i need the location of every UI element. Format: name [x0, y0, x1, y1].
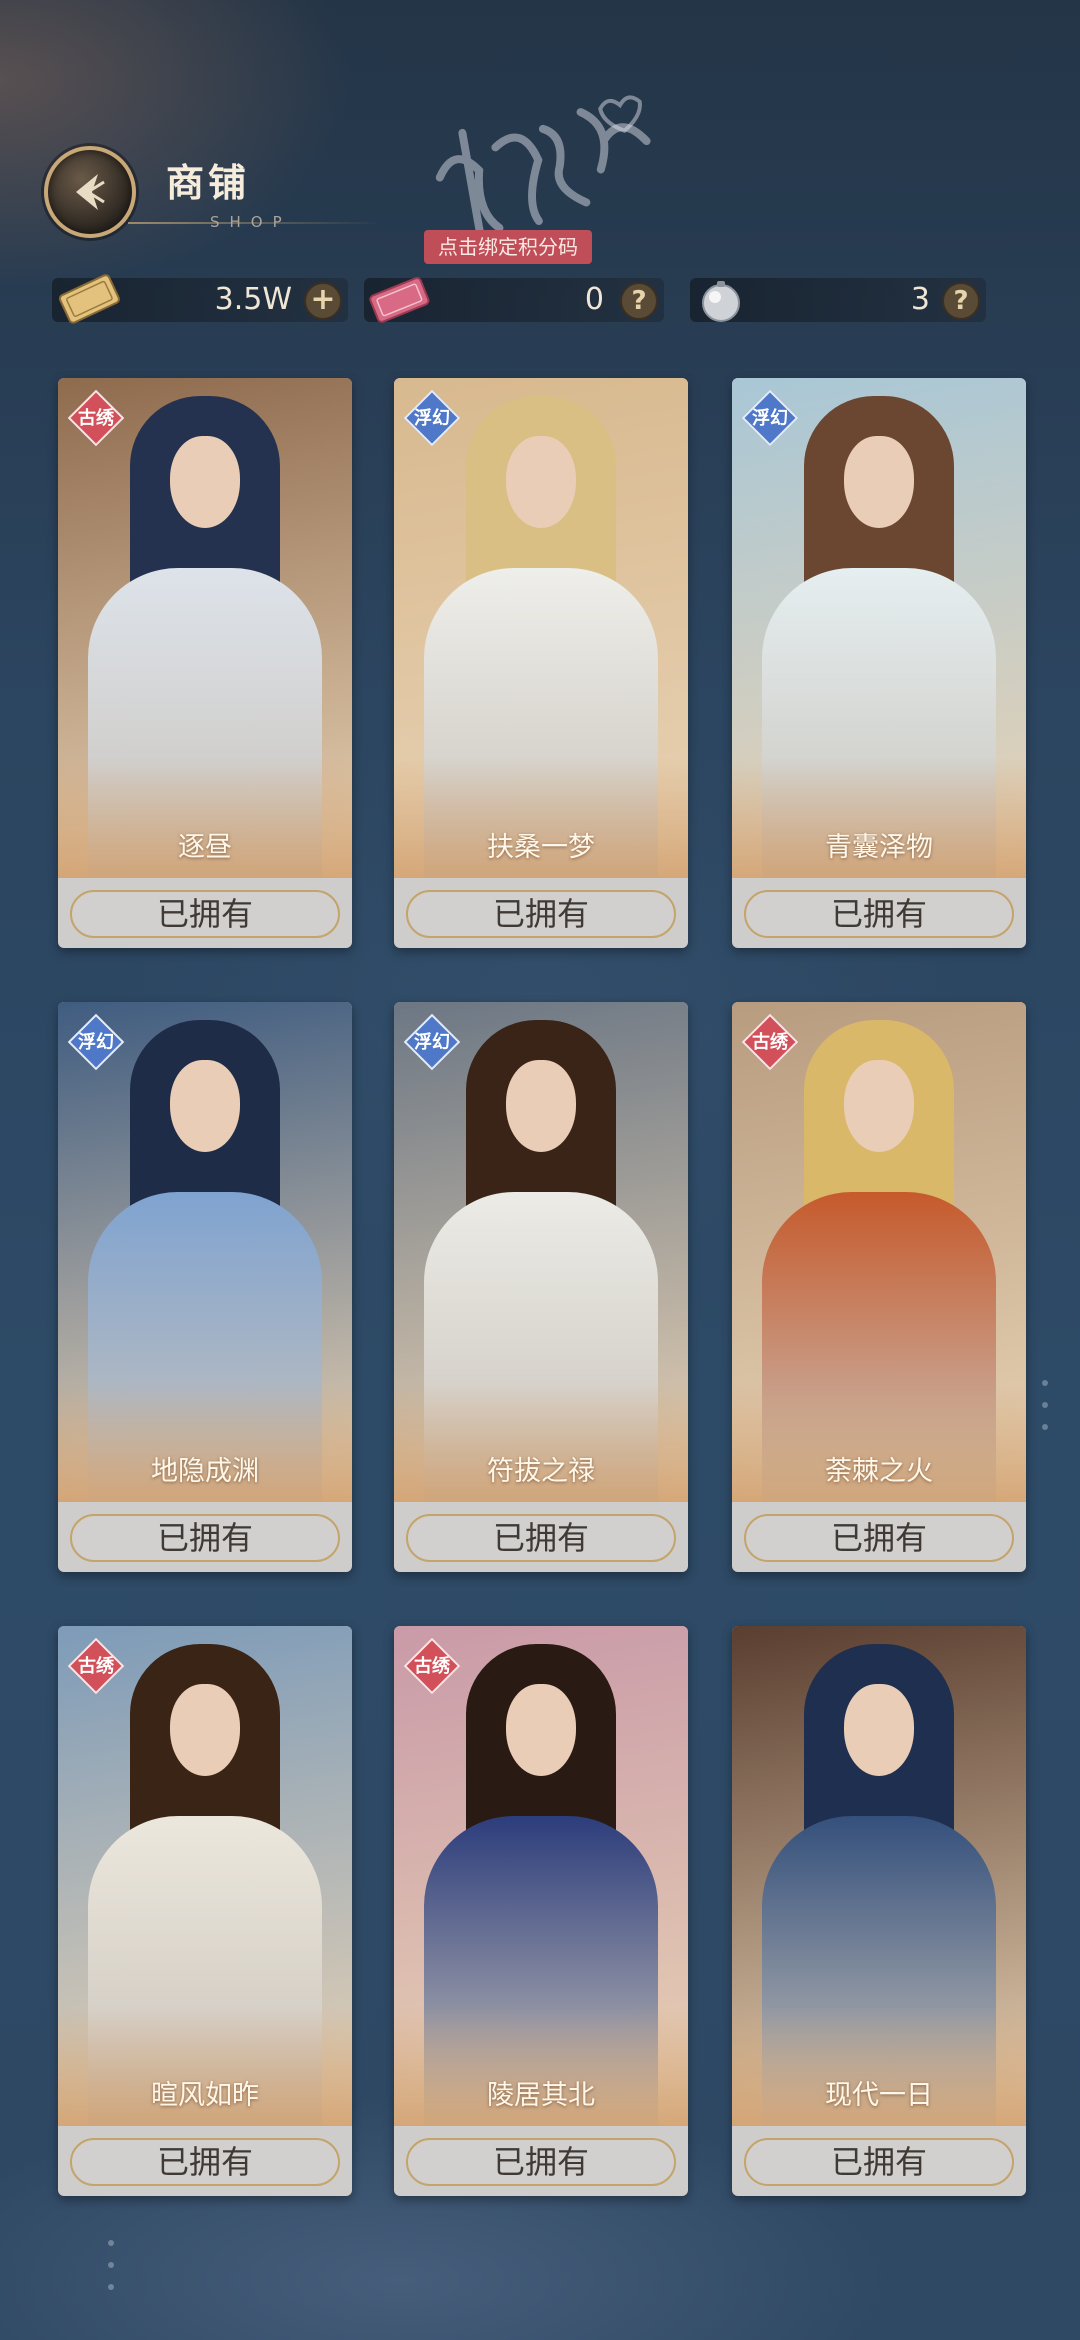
outfit-card[interactable]: 浮幻 符拔之禄 已拥有 — [394, 1002, 688, 1572]
category-tag-badge: 浮幻 — [741, 389, 799, 447]
character-portrait: 浮幻 — [394, 1002, 688, 1502]
bind-points-code-tip[interactable]: 点击绑定积分码 — [424, 230, 592, 264]
owned-status-button[interactable]: 已拥有 — [406, 1514, 676, 1562]
category-tag-label: 浮幻 — [78, 1032, 114, 1053]
outfit-name: 现代一日 — [825, 2080, 933, 2111]
category-tag-badge: 古绣 — [67, 389, 125, 447]
portrait-face — [844, 1060, 914, 1152]
owned-status-button[interactable]: 已拥有 — [744, 890, 1014, 938]
owned-status-button[interactable]: 已拥有 — [70, 1514, 340, 1562]
character-portrait — [732, 1626, 1026, 2126]
owned-status-button[interactable]: 已拥有 — [70, 890, 340, 938]
category-tag-badge: 浮幻 — [67, 1013, 125, 1071]
category-tag-label: 浮幻 — [414, 408, 450, 429]
gold-ticket-icon — [56, 268, 122, 332]
character-portrait: 古绣 — [58, 1626, 352, 2126]
currency-pearl-value: 3 — [910, 282, 930, 317]
character-portrait: 古绣 — [732, 1002, 1026, 1502]
outfit-card[interactable]: 古绣 暄风如昨 已拥有 — [58, 1626, 352, 2196]
portrait-face — [844, 1684, 914, 1776]
title-block: 商铺 SHOP — [166, 152, 292, 231]
currency-pearl: 3 ? — [690, 270, 986, 324]
outfit-card[interactable]: 浮幻 青囊泽物 已拥有 — [732, 378, 1026, 948]
back-arrow-icon — [76, 174, 105, 210]
outfit-card[interactable]: 古绣 陵居其北 已拥有 — [394, 1626, 688, 2196]
currency-points: 0 ? — [364, 270, 664, 324]
category-tag-label: 古绣 — [78, 408, 114, 429]
pearl-help-button[interactable]: ? — [942, 282, 980, 320]
category-tag-label: 浮幻 — [752, 408, 788, 429]
owned-status-button[interactable]: 已拥有 — [744, 1514, 1014, 1562]
category-tag-label: 浮幻 — [414, 1032, 450, 1053]
portrait-face — [506, 1684, 576, 1776]
portrait-face — [170, 1684, 240, 1776]
character-portrait: 浮幻 — [732, 378, 1026, 878]
category-tag-badge: 浮幻 — [403, 389, 461, 447]
outfit-name: 暄风如昨 — [151, 2080, 259, 2111]
title-divider — [128, 222, 378, 224]
outfit-name: 地隐成渊 — [151, 1456, 259, 1487]
outfit-card[interactable]: 现代一日 已拥有 — [732, 1626, 1026, 2196]
owned-status-button[interactable]: 已拥有 — [406, 890, 676, 938]
page-title: 商铺 — [166, 161, 251, 205]
character-portrait: 古绣 — [394, 1626, 688, 2126]
currency-gold: 3.5W + — [52, 270, 348, 324]
category-tag-badge: 浮幻 — [403, 1013, 461, 1071]
portrait-face — [844, 436, 914, 528]
category-tag-label: 古绣 — [414, 1656, 450, 1677]
character-portrait: 浮幻 — [394, 378, 688, 878]
side-decoration — [108, 2240, 118, 2306]
side-decoration — [1042, 1380, 1052, 1446]
outfit-name: 荼棘之火 — [825, 1456, 933, 1487]
points-ticket-icon — [364, 268, 434, 334]
portrait-face — [506, 1060, 576, 1152]
points-help-button[interactable]: ? — [620, 282, 658, 320]
currency-gold-value: 3.5W — [214, 282, 292, 317]
pearl-orb-icon — [698, 278, 744, 328]
owned-status-button[interactable]: 已拥有 — [744, 2138, 1014, 2186]
currency-points-value: 0 — [584, 282, 604, 317]
outfit-card[interactable]: 浮幻 扶桑一梦 已拥有 — [394, 378, 688, 948]
back-button[interactable] — [44, 146, 136, 238]
portrait-face — [170, 436, 240, 528]
portrait-face — [170, 1060, 240, 1152]
outfit-name: 逐昼 — [178, 832, 232, 863]
owned-status-button[interactable]: 已拥有 — [70, 2138, 340, 2186]
portrait-face — [506, 436, 576, 528]
outfit-card[interactable]: 浮幻 地隐成渊 已拥有 — [58, 1002, 352, 1572]
outfit-name: 青囊泽物 — [825, 832, 933, 863]
character-portrait: 古绣 — [58, 378, 352, 878]
category-tag-label: 古绣 — [78, 1656, 114, 1677]
outfit-name: 扶桑一梦 — [487, 832, 595, 863]
outfit-card[interactable]: 古绣 逐昼 已拥有 — [58, 378, 352, 948]
character-portrait: 浮幻 — [58, 1002, 352, 1502]
category-tag-badge: 古绣 — [67, 1637, 125, 1695]
outfit-name: 陵居其北 — [487, 2080, 595, 2111]
category-tag-badge: 古绣 — [741, 1013, 799, 1071]
outfit-name: 符拔之禄 — [487, 1456, 595, 1487]
owned-status-button[interactable]: 已拥有 — [406, 2138, 676, 2186]
add-gold-button[interactable]: + — [304, 282, 342, 320]
category-tag-label: 古绣 — [752, 1032, 788, 1053]
outfit-card[interactable]: 古绣 荼棘之火 已拥有 — [732, 1002, 1026, 1572]
category-tag-badge: 古绣 — [403, 1637, 461, 1695]
